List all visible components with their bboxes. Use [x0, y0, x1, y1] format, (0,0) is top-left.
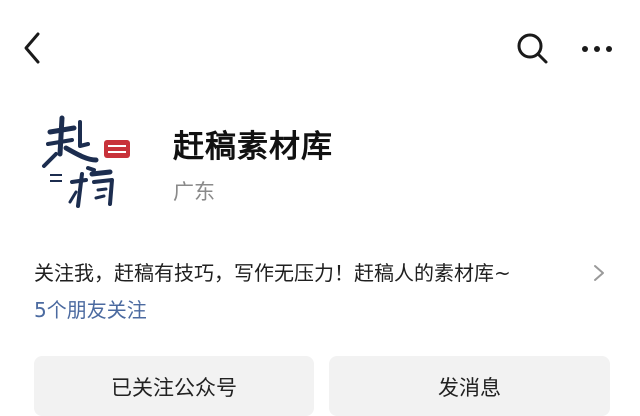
followed-account-button[interactable]: 已关注公众号 — [34, 356, 314, 416]
account-logo[interactable] — [36, 110, 140, 214]
search-button[interactable] — [514, 30, 550, 66]
chevron-left-icon — [24, 32, 40, 64]
account-name: 赶稿素材库 — [173, 129, 333, 165]
account-intro-row[interactable]: 关注我，赶稿有技巧，写作无压力！赶稿人的素材库~ — [34, 258, 606, 288]
send-message-label: 发消息 — [438, 376, 501, 400]
account-logo-image — [42, 115, 130, 208]
search-icon — [517, 33, 548, 64]
chevron-right-icon — [594, 265, 604, 281]
account-intro: 关注我，赶稿有技巧，写作无压力！赶稿人的素材库~ — [34, 261, 511, 285]
followed-account-label: 已关注公众号 — [111, 376, 237, 400]
more-horizontal-icon — [582, 46, 612, 52]
more-button[interactable] — [580, 34, 614, 64]
account-region: 广东 — [173, 180, 215, 204]
back-button[interactable] — [18, 30, 50, 66]
send-message-button[interactable]: 发消息 — [329, 356, 610, 416]
friends-following-link[interactable]: 5个朋友关注 — [34, 296, 147, 324]
